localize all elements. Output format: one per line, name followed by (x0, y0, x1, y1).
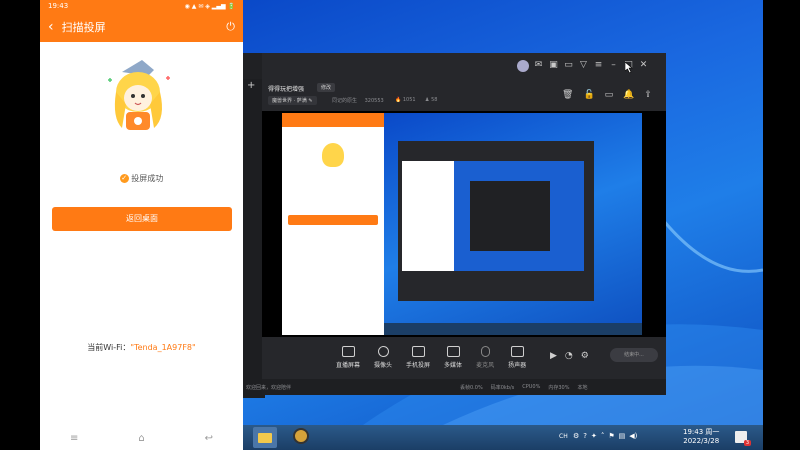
preview-phone (282, 113, 384, 335)
lock-icon[interactable]: 🔓 (583, 90, 594, 100)
live-button[interactable]: 结束中... (610, 348, 658, 362)
game-tag-label: 魔兽世界 · 萨满 (272, 98, 307, 104)
tool-icon[interactable]: ✦ (591, 432, 597, 440)
stat3-value: 58 (431, 97, 438, 103)
game-tag[interactable]: 魔兽世界 · 萨满 ✎ (268, 96, 317, 105)
shirt-icon[interactable]: ▽ (578, 60, 589, 71)
help-icon[interactable]: ? (583, 432, 587, 440)
mouse-cursor-icon (625, 62, 633, 73)
message-icon[interactable]: ▣ (548, 60, 559, 71)
game-logo-icon (293, 428, 309, 444)
success-row: ✓ 投屏成功 (40, 173, 243, 184)
clock[interactable]: 19:43 周一 2022/3/28 (683, 428, 719, 446)
home-icon[interactable]: ⌂ (138, 433, 144, 444)
stat1: 同记的原生 320553 (332, 97, 384, 104)
taskbar-app-game[interactable] (289, 427, 313, 448)
volume-icon[interactable]: ◀) (629, 432, 637, 440)
tray-icons: ⚙ ? ✦ ˄ ⚑ ▤ ◀) (573, 432, 637, 440)
footer-stats: 丢帧0.0% 码率0kb/s CPU0% 内存30% 本地 (460, 384, 588, 391)
mic-icon (480, 346, 490, 357)
toolbar-media[interactable]: 多媒体 (444, 346, 462, 369)
taskbar: CH ⚙ ? ✦ ˄ ⚑ ▤ ◀) 19:43 周一 2022/3/28 3 (243, 425, 763, 450)
tray-lang[interactable]: CH (559, 433, 568, 440)
mail-icon[interactable]: ✉ (533, 60, 544, 71)
notification-icon[interactable]: 3 (735, 431, 751, 446)
mascot-illustration (108, 60, 170, 130)
screen-icon (341, 346, 355, 357)
menu-icon[interactable]: ≡ (70, 433, 78, 444)
stat1-value: 320553 (364, 98, 384, 104)
return-desktop-button[interactable]: 返回桌面 (52, 207, 232, 231)
minimize-icon[interactable]: – (608, 60, 619, 71)
clock-date: 2022/3/28 (683, 437, 720, 445)
chevron-left-icon[interactable]: ‹ (48, 19, 54, 35)
window-icon[interactable]: ▭ (563, 60, 574, 71)
room-title: 得得玩把增强 (268, 86, 305, 93)
record-icon[interactable]: ▶ (550, 351, 557, 361)
toolbar-speaker[interactable]: 扬声器 (508, 346, 526, 369)
stat2-value: 1051 (402, 97, 416, 103)
toolbar-right-icons: ▶ ◔ ⚙ (550, 351, 589, 361)
avatar[interactable] (517, 60, 529, 72)
stat1-label: 同记的原生 (332, 98, 358, 104)
speaker-icon (510, 346, 524, 357)
power-icon[interactable]: ⏻ (226, 20, 235, 34)
toolbar-camera[interactable]: 摄像头 (374, 346, 392, 369)
right-letterbox (763, 0, 800, 450)
stat3: ♟ 58 (425, 97, 438, 103)
toolbar-mic[interactable]: 麦克风 (476, 346, 494, 369)
trash-icon[interactable]: 🗑 (562, 90, 573, 100)
window-icon[interactable]: ▭ (605, 90, 614, 100)
network-icon[interactable]: ▤ (619, 432, 626, 440)
menu-icon[interactable]: ≡ (593, 60, 604, 71)
wifi-row: 当前Wi-Fi："Tenda_1A97F8" (40, 342, 243, 353)
bell-icon[interactable]: 🔔 (623, 90, 634, 100)
taskbar-app-explorer[interactable] (253, 427, 277, 448)
wifi-name: "Tenda_1A97F8" (130, 343, 196, 352)
preview-area (262, 111, 666, 337)
chevron-up-icon[interactable]: ˄ (601, 432, 605, 440)
gear-icon[interactable]: ⚙ (581, 351, 589, 361)
preview-desktop (384, 113, 642, 335)
clock-icon[interactable]: ◔ (565, 351, 573, 361)
check-circle-icon: ✓ (119, 174, 129, 183)
close-icon[interactable]: ✕ (638, 60, 649, 71)
phone-status-bar: 19:43 ◉ ▲ ✉ ◈ ▂▄▆ 🔋 (40, 0, 243, 12)
notification-badge: 3 (743, 440, 751, 446)
share-icon[interactable]: ⇪ (644, 90, 652, 100)
edit-tag[interactable]: 修改 (317, 83, 336, 92)
gear-icon[interactable]: ⚙ (573, 432, 579, 440)
stat2: 🔥 1051 (395, 97, 416, 103)
toolbar-screen[interactable]: 直播屏幕 (336, 346, 360, 369)
success-text: 投屏成功 (131, 174, 164, 183)
toolbar-phone-cast[interactable]: 手机投屏 (406, 346, 430, 369)
clock-time: 19:43 周一 (683, 428, 720, 436)
app-action-icons: 🗑 🔓 ▭ 🔔 ⇪ (562, 90, 652, 100)
phone-screen: 19:43 ◉ ▲ ✉ ◈ ▂▄▆ 🔋 ‹ 扫描投屏 ⏻ ✓ 投屏成功 返回桌面… (40, 0, 243, 450)
status-icons: ◉ ▲ ✉ ◈ ▂▄▆ 🔋 (184, 2, 235, 10)
phone-header: ‹ 扫描投屏 ⏻ (40, 12, 243, 42)
footer-message: 欢迎回来，欢迎陪伴 (246, 385, 292, 391)
phone-nav-bar: ≡ ⌂ ↩ (40, 428, 243, 448)
bottom-toolbar: 直播屏幕 摄像头 手机投屏 多媒体 麦克风 扬声器 (336, 346, 526, 369)
media-icon (446, 346, 460, 357)
streaming-app-window: ✉ ▣ ▭ ▽ ≡ – □ ✕ 得得玩把增强 修改 魔兽世界 · 萨满 ✎ 同记… (246, 53, 666, 395)
status-time: 19:43 (48, 2, 69, 10)
back-icon[interactable]: ↩ (205, 433, 213, 444)
flag-icon[interactable]: ⚑ (608, 432, 614, 440)
plus-icon[interactable]: + (247, 80, 255, 91)
page-title: 扫描投屏 (61, 21, 106, 34)
phone-cast-icon (411, 346, 425, 357)
left-letterbox (0, 0, 40, 450)
wifi-label: 当前Wi-Fi： (87, 343, 131, 352)
camera-icon (377, 346, 389, 357)
folder-icon (258, 433, 272, 443)
